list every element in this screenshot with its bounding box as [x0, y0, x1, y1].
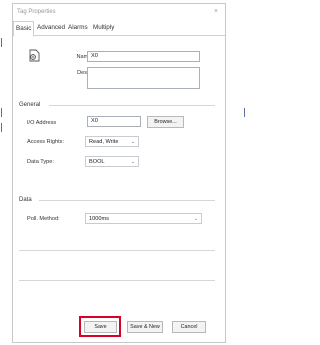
general-divider [49, 105, 215, 106]
chevron-down-icon: ⌄ [193, 216, 198, 222]
tab-strip: Basic Advanced Alarms Multiply [13, 21, 225, 37]
background-edge-mark [1, 108, 2, 117]
background-edge-mark [1, 123, 2, 132]
tab-multiply[interactable]: Multiply [91, 21, 116, 34]
tag-properties-dialog: Tag Properties × Basic Advanced Alarms M… [12, 3, 226, 343]
background-edge-mark [244, 108, 245, 117]
save-and-new-button[interactable]: Save & New [127, 321, 163, 333]
data-type-value: BOOL [89, 159, 105, 165]
description-field[interactable] [87, 67, 200, 89]
close-icon[interactable]: × [214, 8, 218, 15]
general-section-title: General [19, 102, 41, 108]
name-field[interactable]: X0 [87, 51, 200, 62]
data-divider [39, 200, 215, 201]
poll-method-value: 1000ms [89, 216, 109, 222]
data-section-title: Data [19, 197, 32, 203]
io-address-field[interactable]: X0 [87, 116, 141, 127]
access-rights-value: Read, Write [89, 139, 119, 145]
tab-advanced[interactable]: Advanced [35, 21, 67, 34]
save-highlight-box [79, 316, 121, 337]
window-title: Tag Properties [17, 9, 56, 15]
access-rights-select[interactable]: Read, Write ⌄ [85, 136, 139, 147]
browse-button[interactable]: Browse... [147, 116, 184, 128]
io-address-label: I/O Address [27, 120, 57, 126]
tab-basic[interactable]: Basic [13, 21, 35, 37]
access-rights-label: Access Rights: [27, 139, 64, 145]
tab-alarms[interactable]: Alarms [66, 21, 90, 34]
title-bar: Tag Properties × [13, 4, 225, 21]
chevron-down-icon: ⌄ [130, 159, 135, 165]
cancel-button[interactable]: Cancel [172, 321, 206, 333]
data-type-select[interactable]: BOOL ⌄ [85, 156, 139, 167]
poll-method-label: Poll. Method: [27, 216, 60, 222]
background-edge-mark [1, 38, 2, 47]
tag-icon [29, 49, 40, 62]
content-divider [19, 250, 215, 251]
data-type-label: Data Type: [27, 159, 54, 165]
chevron-down-icon: ⌄ [130, 139, 135, 145]
poll-method-select[interactable]: 1000ms ⌄ [85, 213, 202, 224]
content-divider [19, 280, 215, 281]
